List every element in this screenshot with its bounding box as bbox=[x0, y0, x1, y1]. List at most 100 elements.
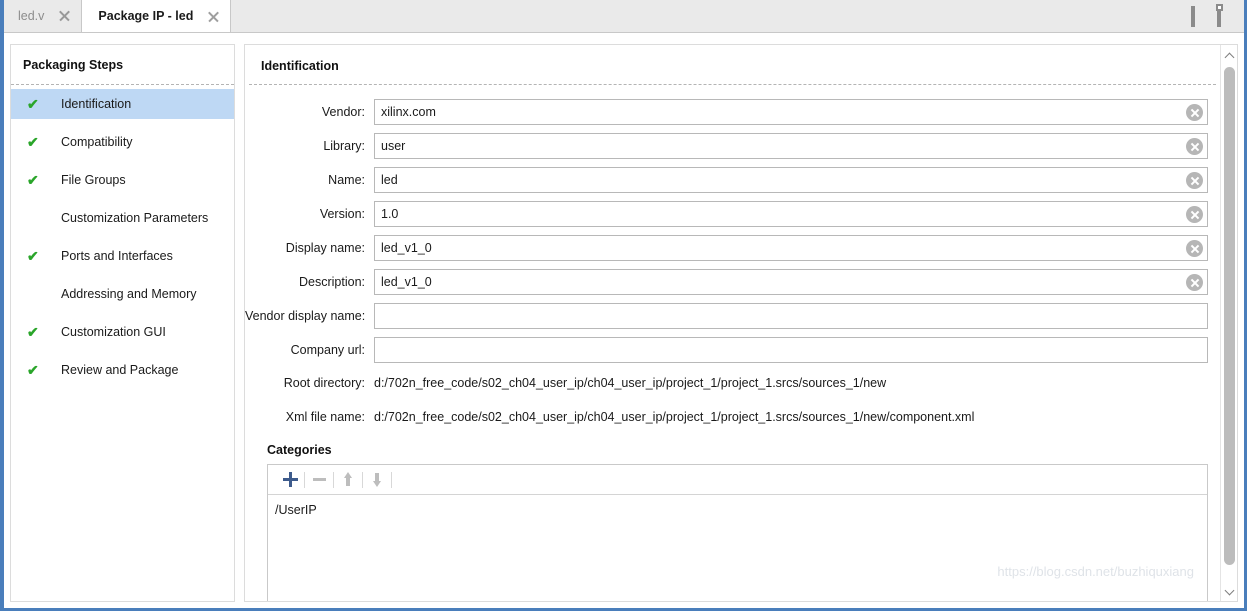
field-row-xml-file-name: Xml file name: d:/702n_free_code/s02_ch0… bbox=[245, 405, 1220, 429]
categories-box: /UserIP bbox=[267, 464, 1208, 601]
root-directory-value: d:/702n_free_code/s02_ch04_user_ip/ch04_… bbox=[374, 376, 887, 390]
sidebar-item-addressing-and-memory[interactable]: ✔ Addressing and Memory bbox=[11, 279, 234, 309]
field-row-vendor: Vendor: bbox=[245, 99, 1220, 125]
sidebar-item-label: Review and Package bbox=[61, 363, 179, 377]
field-label: Xml file name: bbox=[285, 410, 365, 424]
sidebar-item-customization-gui[interactable]: ✔ Customization GUI bbox=[11, 317, 234, 347]
check-icon: ✔ bbox=[27, 96, 39, 112]
sidebar-item-label: Compatibility bbox=[61, 135, 133, 149]
vertical-scrollbar[interactable] bbox=[1220, 45, 1237, 601]
categories-title: Categories bbox=[267, 443, 332, 457]
identification-form: Vendor: Library: Name: bbox=[245, 85, 1220, 429]
move-down-button[interactable] bbox=[363, 469, 391, 491]
display-name-input[interactable] bbox=[374, 235, 1208, 261]
sidebar-item-ports-and-interfaces[interactable]: ✔ Ports and Interfaces bbox=[11, 241, 234, 271]
field-wrap bbox=[374, 269, 1208, 295]
close-icon[interactable] bbox=[207, 10, 220, 23]
categories-list: /UserIP bbox=[268, 495, 1207, 601]
sidebar-item-compatibility[interactable]: ✔ Compatibility bbox=[11, 127, 234, 157]
check-icon: ✔ bbox=[27, 362, 39, 378]
tab-label: Package IP - led bbox=[98, 9, 194, 23]
field-label: Vendor display name: bbox=[245, 309, 366, 323]
scroll-up-icon[interactable] bbox=[1221, 47, 1237, 64]
field-label: Version: bbox=[319, 207, 365, 221]
panel-title: Packaging Steps bbox=[23, 58, 124, 72]
list-item[interactable]: /UserIP bbox=[275, 501, 1207, 519]
tab-label: led.v bbox=[18, 8, 45, 23]
clear-icon[interactable] bbox=[1186, 274, 1203, 291]
field-label: Name: bbox=[328, 173, 365, 187]
field-wrap bbox=[374, 303, 1208, 329]
field-wrap bbox=[374, 337, 1208, 363]
field-row-display-name: Display name: bbox=[245, 235, 1220, 261]
field-row-company-url: Company url: bbox=[245, 337, 1220, 363]
scroll-down-icon[interactable] bbox=[1221, 582, 1237, 599]
field-label: Display name: bbox=[285, 241, 365, 255]
clear-icon[interactable] bbox=[1186, 172, 1203, 189]
move-up-button[interactable] bbox=[334, 469, 362, 491]
field-label: Root directory: bbox=[283, 376, 365, 390]
page-title: Identification bbox=[261, 59, 339, 73]
arrow-down-icon bbox=[372, 472, 383, 487]
field-wrap bbox=[374, 201, 1208, 227]
maximize-icon[interactable] bbox=[1191, 6, 1206, 27]
sidebar-item-customization-parameters[interactable]: ✔ Customization Parameters bbox=[11, 203, 234, 233]
vendor-input[interactable] bbox=[374, 99, 1208, 125]
package-ip-window: led.v Package IP - led Packaging Steps ✔… bbox=[0, 0, 1247, 611]
xml-file-name-value: d:/702n_free_code/s02_ch04_user_ip/ch04_… bbox=[374, 410, 975, 424]
field-label: Vendor: bbox=[321, 105, 365, 119]
vendor-display-name-input[interactable] bbox=[374, 303, 1208, 329]
categories-toolbar bbox=[268, 465, 1207, 495]
float-window-icon[interactable] bbox=[1217, 6, 1232, 27]
version-input[interactable] bbox=[374, 201, 1208, 227]
library-input[interactable] bbox=[374, 133, 1208, 159]
field-row-name: Name: bbox=[245, 167, 1220, 193]
remove-category-button[interactable] bbox=[305, 469, 333, 491]
sidebar-item-label: Customization Parameters bbox=[61, 211, 209, 225]
field-row-root-directory: Root directory: d:/702n_free_code/s02_ch… bbox=[245, 371, 1220, 395]
clear-icon[interactable] bbox=[1186, 240, 1203, 257]
field-label: Description: bbox=[299, 275, 365, 289]
clear-icon[interactable] bbox=[1186, 104, 1203, 121]
field-label: Library: bbox=[323, 139, 365, 153]
tab-led-v[interactable]: led.v bbox=[4, 0, 82, 32]
sidebar-item-label: File Groups bbox=[61, 173, 126, 187]
sidebar-item-label: Customization GUI bbox=[61, 325, 166, 339]
sidebar-item-label: Identification bbox=[61, 97, 132, 111]
steps-list: ✔ Identification ✔ Compatibility ✔ File … bbox=[11, 85, 234, 385]
add-category-button[interactable] bbox=[276, 469, 304, 491]
toolbar-separator bbox=[391, 471, 392, 488]
check-icon-placeholder: ✔ bbox=[27, 211, 49, 225]
field-row-description: Description: bbox=[245, 269, 1220, 295]
arrow-up-icon bbox=[343, 472, 354, 487]
clear-icon[interactable] bbox=[1186, 138, 1203, 155]
sidebar-item-review-and-package[interactable]: ✔ Review and Package bbox=[11, 355, 234, 385]
sidebar-item-label: Ports and Interfaces bbox=[61, 249, 173, 263]
scrollbar-thumb[interactable] bbox=[1224, 67, 1235, 565]
sidebar-item-label: Addressing and Memory bbox=[61, 287, 197, 301]
window-controls bbox=[1191, 6, 1232, 27]
company-url-input[interactable] bbox=[374, 337, 1208, 363]
tab-package-ip-led[interactable]: Package IP - led bbox=[81, 0, 232, 32]
packaging-steps-panel: Packaging Steps ✔ Identification ✔ Compa… bbox=[10, 44, 235, 602]
field-label: Company url: bbox=[290, 343, 365, 357]
check-icon: ✔ bbox=[27, 172, 39, 188]
identification-panel: Identification Vendor: Library: bbox=[244, 44, 1238, 602]
sidebar-item-file-groups[interactable]: ✔ File Groups bbox=[11, 165, 234, 195]
name-input[interactable] bbox=[374, 167, 1208, 193]
description-input[interactable] bbox=[374, 269, 1208, 295]
field-row-version: Version: bbox=[245, 201, 1220, 227]
clear-icon[interactable] bbox=[1186, 206, 1203, 223]
tab-bar: led.v Package IP - led bbox=[4, 0, 1244, 33]
field-wrap bbox=[374, 99, 1208, 125]
check-icon-placeholder: ✔ bbox=[27, 287, 49, 301]
close-icon[interactable] bbox=[58, 9, 71, 22]
sidebar-item-identification[interactable]: ✔ Identification bbox=[11, 89, 234, 119]
identification-content: Identification Vendor: Library: bbox=[245, 45, 1220, 601]
minus-icon bbox=[312, 478, 326, 481]
check-icon: ✔ bbox=[27, 134, 39, 150]
field-wrap bbox=[374, 133, 1208, 159]
categories-section: Categories /UserIP bbox=[267, 443, 1220, 601]
field-row-vendor-display-name: Vendor display name: bbox=[245, 303, 1220, 329]
field-wrap bbox=[374, 167, 1208, 193]
